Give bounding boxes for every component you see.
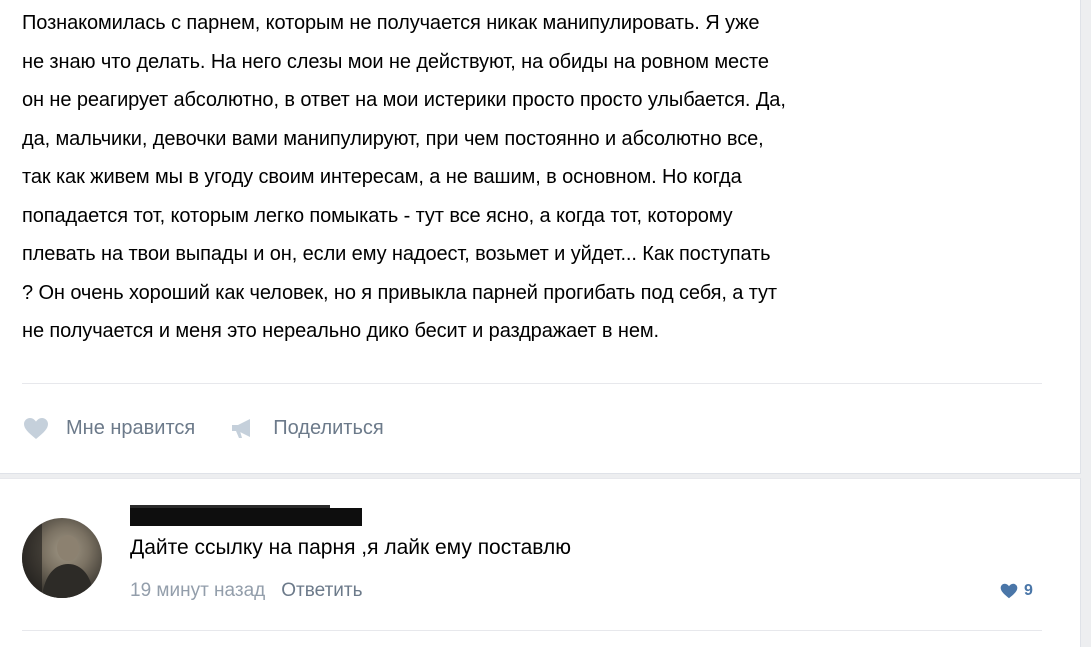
author-name[interactable]	[130, 508, 362, 526]
comments-card: Дайте ссылку на парня ,я лайк ему постав…	[0, 478, 1081, 647]
megaphone-icon	[229, 416, 257, 440]
like-button[interactable]: Мне нравится	[22, 416, 195, 440]
share-button[interactable]: Поделиться	[229, 416, 384, 440]
comment-like-count: 9	[1024, 582, 1033, 599]
comment-divider-bottom	[22, 630, 1042, 631]
comment-divider-top	[0, 478, 1080, 479]
post-text: Познакомилась с парнем, которым не получ…	[22, 12, 786, 342]
like-label: Мне нравится	[66, 416, 196, 439]
heart-icon	[22, 416, 50, 440]
reply-button[interactable]: Ответить	[281, 580, 362, 602]
avatar[interactable]	[22, 518, 102, 598]
post-divider	[22, 383, 1042, 384]
page: Познакомилась с парнем, которым не получ…	[0, 0, 1091, 647]
share-label: Поделиться	[273, 416, 384, 439]
comment-like-button[interactable]: 9	[1000, 582, 1033, 600]
comment-text: Дайте ссылку на парня ,я лайк ему постав…	[130, 536, 571, 559]
post-actions: Мне нравится Поделиться	[22, 410, 418, 446]
comment-meta: 19 минут назад Ответить	[130, 580, 363, 602]
comment-timestamp[interactable]: 19 минут назад	[130, 580, 265, 602]
heart-icon	[1000, 583, 1018, 599]
post-card: Познакомилась с парнем, которым не получ…	[0, 0, 1081, 474]
